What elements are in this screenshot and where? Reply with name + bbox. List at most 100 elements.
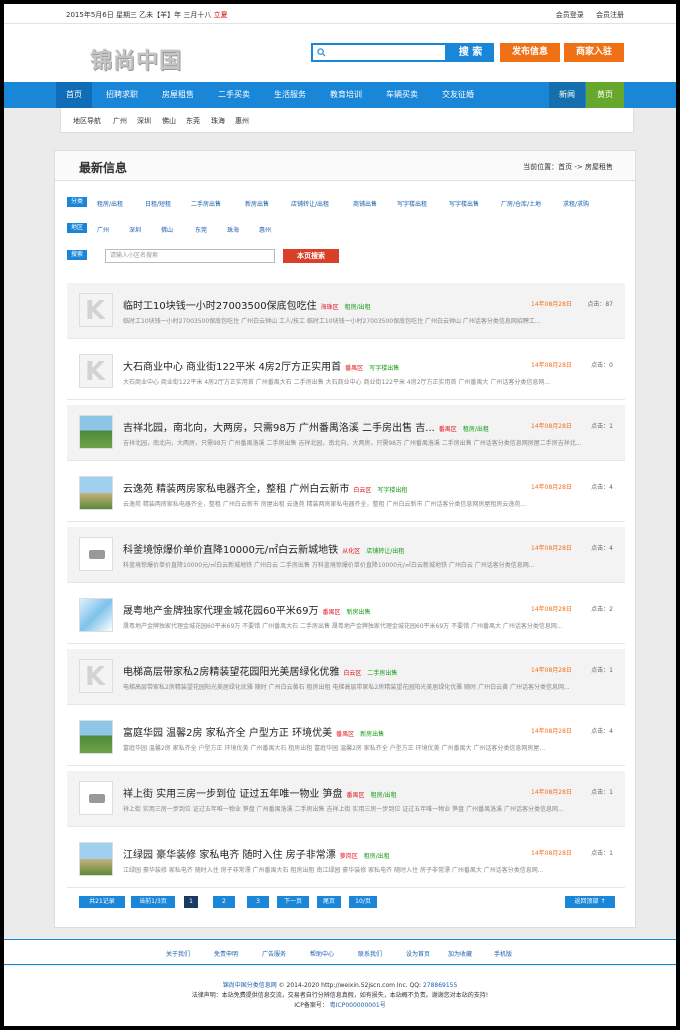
per-page-button[interactable]: 10/页 bbox=[349, 896, 377, 908]
listing-row[interactable]: 电梯高层带家私2房精装望花园阳光美居绿化优雅白云区二手房出售 14年08月28日 点… bbox=[67, 649, 625, 705]
listing-title-text[interactable]: 吉祥北园，南北向，大两房，只需98万 广州番禺洛溪 二手房出售 吉... bbox=[123, 423, 435, 434]
filter-region[interactable]: 广州 bbox=[97, 225, 109, 234]
region-link[interactable]: 佛山 bbox=[162, 116, 176, 126]
page-search-button[interactable]: 本页搜索 bbox=[283, 249, 339, 263]
listing-title[interactable]: 祥上街 实用三房一步到位 证过五年唯一物业 笋盘 番禺区 租房/出租 bbox=[123, 785, 397, 800]
site-logo[interactable]: 锦尚中国 bbox=[90, 43, 182, 75]
footer-link-mobile[interactable]: 手机版 bbox=[494, 949, 512, 958]
listing-thumbnail[interactable] bbox=[79, 842, 113, 876]
nav-item-dating[interactable]: 交友征婚 bbox=[432, 82, 484, 108]
listing-area[interactable]: 番禺区 bbox=[322, 609, 340, 616]
listing-title-text[interactable]: 晟粤地产金牌独家代理金城花园60平米69万 bbox=[123, 606, 318, 617]
listing-title-text[interactable]: 江绿园 豪华装修 家私电齐 随时入住 房子非常漂 bbox=[123, 850, 336, 861]
listing-row[interactable]: 祥上街 实用三房一步到位 证过五年唯一物业 笋盘 番禺区 租房/出租 14年08月28… bbox=[67, 771, 625, 827]
login-link[interactable]: 会员登录 bbox=[556, 11, 584, 19]
listing-thumbnail[interactable] bbox=[79, 354, 113, 388]
listing-title-text[interactable]: 临时工10块钱一小时27003500保底包吃住 bbox=[123, 301, 317, 312]
keyword-input[interactable]: 请输入小区名搜索 bbox=[105, 249, 275, 263]
footer-link-homepage[interactable]: 设为首页 bbox=[406, 949, 430, 958]
nav-item-yellowpages[interactable]: 黄页 bbox=[586, 82, 624, 108]
listing-area[interactable]: 白云区 bbox=[343, 670, 361, 677]
search-button[interactable]: 搜 索 bbox=[447, 43, 494, 62]
listing-area[interactable]: 从化区 bbox=[342, 548, 360, 555]
nav-item-housing[interactable]: 房屋租售 bbox=[152, 82, 204, 108]
next-page-button[interactable]: 下一页 bbox=[277, 896, 309, 908]
footer-link-contact[interactable]: 联系我们 bbox=[358, 949, 382, 958]
listing-row[interactable]: 临时工10块钱一小时27003500保底包吃住海珠区租房/出租 14年08月28日… bbox=[67, 283, 625, 339]
nav-item-secondhand[interactable]: 二手买卖 bbox=[208, 82, 260, 108]
listing-title-text[interactable]: 祥上街 实用三房一步到位 证过五年唯一物业 笋盘 bbox=[123, 789, 343, 800]
nav-item-services[interactable]: 生活服务 bbox=[264, 82, 316, 108]
filter-region[interactable]: 惠州 bbox=[259, 225, 271, 234]
listing-title[interactable]: 科釜境惊爆价单价直降10000元/㎡白云新城地铁 从化区 店铺转让/出租 bbox=[123, 541, 404, 556]
filter-category[interactable]: 新房出售 bbox=[245, 199, 269, 208]
listing-title[interactable]: 云逸苑 精装两房家私电器齐全，整租 广州白云新市 白云区 写字楼出租 bbox=[123, 480, 407, 495]
region-link[interactable]: 深圳 bbox=[137, 116, 151, 126]
listing-title[interactable]: 电梯高层带家私2房精装望花园阳光美居绿化优雅 白云区 二手房出售 bbox=[123, 663, 397, 678]
listing-category[interactable]: 租房/出租 bbox=[364, 853, 390, 860]
filter-category[interactable]: 日租/短租 bbox=[145, 199, 171, 208]
listing-row[interactable]: 大石商业中心 商业街122平米 4房2厅方正实用首番禺区写字楼出售 14年08月2… bbox=[67, 344, 625, 400]
listing-category[interactable]: 新房出售 bbox=[346, 609, 370, 616]
footer-link-about[interactable]: 关于我们 bbox=[166, 949, 190, 958]
listing-area[interactable]: 番禺区 bbox=[347, 792, 365, 799]
listing-title-text[interactable]: 科釜境惊爆价单价直降10000元/㎡白云新城地铁 bbox=[123, 545, 338, 556]
listing-area[interactable]: 萝岗区 bbox=[340, 853, 358, 860]
search-input[interactable] bbox=[311, 43, 447, 62]
listing-thumbnail[interactable] bbox=[79, 537, 113, 571]
listing-row[interactable]: 科釜境惊爆价单价直降10000元/㎡白云新城地铁 从化区 店铺转让/出租 14年08月… bbox=[67, 527, 625, 583]
listing-title-text[interactable]: 电梯高层带家私2房精装望花园阳光美居绿化优雅 bbox=[123, 667, 339, 678]
listing-row[interactable]: 江绿园 豪华装修 家私电齐 随时入住 房子非常漂 萝岗区 租房/出租 14年08月28… bbox=[67, 832, 625, 888]
page-2-button[interactable]: 2 bbox=[213, 896, 235, 908]
filter-region[interactable]: 深圳 bbox=[129, 225, 141, 234]
nav-item-education[interactable]: 教育培训 bbox=[320, 82, 372, 108]
page-1-button[interactable]: 1 bbox=[184, 896, 198, 908]
listing-thumbnail[interactable] bbox=[79, 293, 113, 327]
listing-area[interactable]: 海珠区 bbox=[321, 304, 339, 311]
filter-category[interactable]: 店铺转让/出租 bbox=[291, 199, 329, 208]
listing-category[interactable]: 写字楼出售 bbox=[369, 365, 399, 372]
filter-category[interactable]: 求租/求购 bbox=[563, 199, 589, 208]
listing-title[interactable]: 吉祥北园，南北向，大两房，只需98万 广州番禺洛溪 二手房出售 吉... 番禺区租… bbox=[123, 419, 489, 434]
region-link[interactable]: 东莞 bbox=[186, 116, 200, 126]
listing-row[interactable]: 富庭华园 温馨2房 家私齐全 户型方正 环境优美 番禺区 新房出售 14年08月28日… bbox=[67, 710, 625, 766]
nav-item-jobs[interactable]: 招聘求职 bbox=[96, 82, 148, 108]
listing-area[interactable]: 番禺区 bbox=[439, 426, 457, 433]
publish-button[interactable]: 发布信息 bbox=[500, 43, 560, 62]
filter-category[interactable]: 二手房出售 bbox=[191, 199, 221, 208]
listing-row[interactable]: 晟粤地产金牌独家代理金城花园60平米69万 番禺区 新房出售 14年08月28日 点击：… bbox=[67, 588, 625, 644]
listing-category[interactable]: 租房/出租 bbox=[345, 304, 371, 311]
listing-category[interactable]: 写字楼出租 bbox=[377, 487, 407, 494]
listing-category[interactable]: 二手房出售 bbox=[367, 670, 397, 677]
filter-category[interactable]: 商铺出售 bbox=[353, 199, 377, 208]
footer-link-help[interactable]: 帮助中心 bbox=[310, 949, 334, 958]
listing-title-text[interactable]: 云逸苑 精装两房家私电器齐全，整租 广州白云新市 bbox=[123, 484, 349, 495]
listing-title[interactable]: 临时工10块钱一小时27003500保底包吃住 海珠区 租房/出租 bbox=[123, 297, 371, 312]
footer-link-disclaimer[interactable]: 免责申明 bbox=[214, 949, 238, 958]
filter-category[interactable]: 租房/出租 bbox=[97, 199, 123, 208]
back-to-top-button[interactable]: 返回顶部 ↑ bbox=[565, 896, 615, 908]
listing-thumbnail[interactable] bbox=[79, 781, 113, 815]
listing-category[interactable]: 租房/出租 bbox=[371, 792, 397, 799]
listing-area[interactable]: 白云区 bbox=[353, 487, 371, 494]
icp-number[interactable]: 粤ICP000000001号 bbox=[330, 1002, 386, 1009]
region-link[interactable]: 惠州 bbox=[235, 116, 249, 126]
region-link[interactable]: 珠海 bbox=[211, 116, 225, 126]
listing-title[interactable]: 大石商业中心 商业街122平米 4房2厅方正实用首 番禺区 写字楼出售 bbox=[123, 358, 399, 373]
listing-row[interactable]: 吉祥北园，南北向，大两房，只需98万 广州番禺洛溪 二手房出售 吉... 番禺区租… bbox=[67, 405, 625, 461]
nav-item-news[interactable]: 新闻 bbox=[549, 82, 585, 108]
filter-region[interactable]: 珠海 bbox=[227, 225, 239, 234]
listing-area[interactable]: 番禺区 bbox=[336, 731, 354, 738]
nav-item-home[interactable]: 首页 bbox=[56, 82, 92, 108]
footer-qq[interactable]: 278869155 bbox=[423, 982, 457, 989]
page-3-button[interactable]: 3 bbox=[247, 896, 269, 908]
listing-thumbnail[interactable] bbox=[79, 415, 113, 449]
filter-region[interactable]: 东莞 bbox=[195, 225, 207, 234]
listing-title[interactable]: 晟粤地产金牌独家代理金城花园60平米69万 番禺区 新房出售 bbox=[123, 602, 370, 617]
listing-title-text[interactable]: 富庭华园 温馨2房 家私齐全 户型方正 环境优美 bbox=[123, 728, 332, 739]
listing-category[interactable]: 新房出售 bbox=[360, 731, 384, 738]
merchant-button[interactable]: 商家入驻 bbox=[564, 43, 624, 62]
footer-link-favorite[interactable]: 加为收藏 bbox=[448, 949, 472, 958]
nav-item-vehicles[interactable]: 车辆买卖 bbox=[376, 82, 428, 108]
listing-category[interactable]: 租房/出租 bbox=[463, 426, 489, 433]
